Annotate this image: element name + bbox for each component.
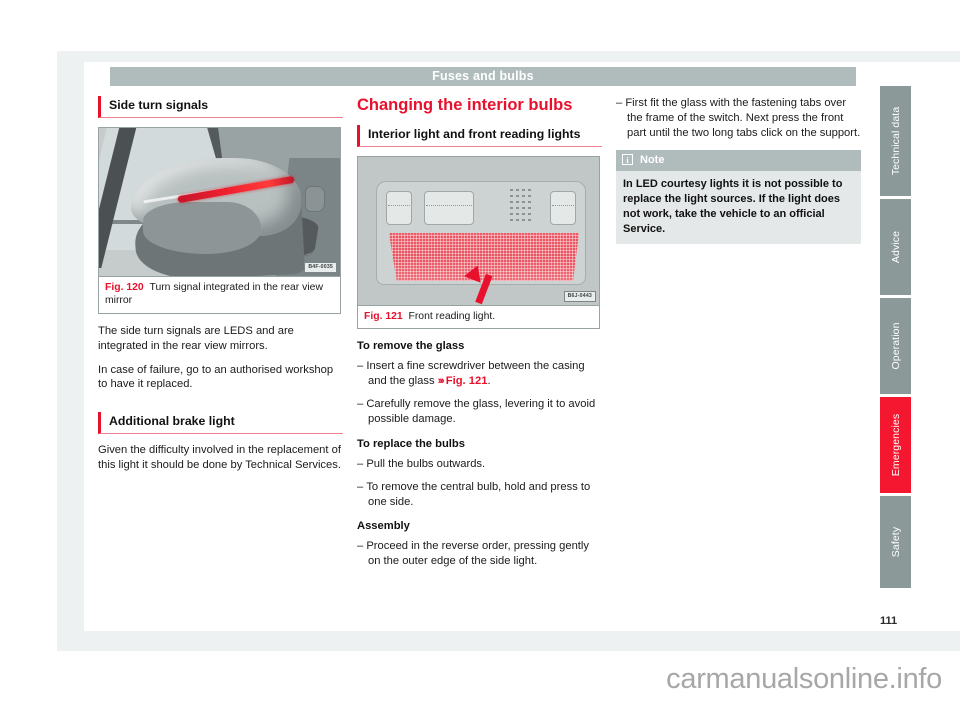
tab-advice-label: Advice — [889, 230, 902, 264]
cross-reference-link[interactable]: Fig. 121 — [446, 375, 488, 387]
tab-operation-label: Operation — [889, 322, 902, 370]
list-item-text: Carefully remove the glass, levering it … — [366, 398, 596, 425]
figure-code-121: B6J-0443 — [563, 290, 596, 302]
dash-marker: – — [357, 398, 364, 411]
paragraph-failure: In case of failure, go to an authorised … — [98, 363, 334, 391]
subheading-remove-glass: To remove the glass — [357, 340, 465, 353]
note-box: i Note In LED courtesy lights it is not … — [616, 149, 861, 245]
dash-marker: – — [616, 97, 623, 109]
front-reading-light-illustration: B6J-0443 — [357, 155, 600, 306]
column-middle: Changing the interior bulbs Interior lig… — [357, 96, 602, 577]
subheading-assembly: Assembly — [357, 520, 410, 533]
tab-safety[interactable]: Safety — [880, 496, 911, 588]
column-right: – First fit the glass with the fastening… — [616, 96, 861, 245]
figure-label-120: Fig. 120 — [105, 281, 144, 293]
figure-label-121: Fig. 121 — [364, 310, 403, 322]
microphone-grille — [510, 188, 532, 225]
paragraph-leds: The side turn signals are LEDS and are i… — [98, 324, 294, 352]
list-item-text: To remove the central bulb, hold and pre… — [366, 480, 591, 508]
note-body-text: In LED courtesy lights it is not possibl… — [616, 171, 861, 245]
tab-advice[interactable]: Advice — [880, 199, 911, 295]
running-header: Fuses and bulbs — [110, 67, 856, 86]
tab-safety-label: Safety — [889, 526, 902, 558]
section-title-changing-interior-bulbs: Changing the interior bulbs — [357, 96, 573, 114]
list-item-text: Pull the bulbs outwards. — [366, 457, 486, 470]
heading-additional-brake-light: Additional brake light — [98, 412, 343, 435]
dash-marker: – — [357, 360, 364, 373]
list-item-text: First fit the glass with the fastening t… — [625, 97, 861, 139]
chapter-tab-rail: Technical data Advice Operation Emergenc… — [880, 86, 911, 591]
switch-center — [424, 190, 474, 225]
column-left: Side turn signals B4F-0035 Fig. 120 Turn… — [98, 96, 343, 482]
list-item-pull-bulbs: – Pull the bulbs outwards. — [357, 457, 602, 472]
switch-right-dots — [552, 204, 574, 207]
heading-side-turn-signals: Side turn signals — [98, 96, 343, 118]
list-item-reverse-order: – Proceed in the reverse order, pressing… — [357, 539, 602, 569]
dash-marker: – — [357, 540, 364, 553]
switch-right — [550, 190, 576, 225]
figure-caption-121: Fig. 121 Front reading light. — [357, 305, 600, 330]
tab-technical-data-label: Technical data — [889, 106, 902, 176]
dash-marker: – — [357, 480, 364, 493]
side-mirror-turn-signal-illustration: B4F-0035 — [98, 126, 341, 277]
heading-interior-light: Interior light and front reading lights — [357, 125, 602, 147]
note-header: i Note — [616, 149, 861, 172]
reading-light-scene — [358, 156, 599, 305]
switch-center-dots — [426, 204, 472, 207]
paragraph-brake-light: Given the difficulty involved in the rep… — [98, 444, 341, 471]
list-item-remove-glass: – Carefully remove the glass, levering i… — [357, 397, 602, 427]
figure-121: B6J-0443 Fig. 121 Front reading light. — [357, 155, 602, 330]
page-number: 111 — [880, 615, 898, 627]
site-watermark: carmanualsonline.info — [666, 663, 942, 695]
list-item-fit-glass: – First fit the glass with the fastening… — [616, 96, 861, 141]
note-title: Note — [640, 153, 665, 166]
tab-emergencies-label: Emergencies — [889, 413, 902, 477]
figure-120: B4F-0035 Fig. 120 Turn signal integrated… — [98, 126, 343, 314]
subheading-replace-bulbs: To replace the bulbs — [357, 437, 465, 450]
tab-operation[interactable]: Operation — [880, 298, 911, 394]
switch-row — [384, 187, 576, 227]
figure-caption-text-121: Front reading light. — [408, 310, 496, 322]
list-item-text: Proceed in the reverse order, pressing g… — [366, 540, 589, 568]
cross-reference-chevron-icon: ››› — [437, 375, 445, 388]
list-item-central-bulb: – To remove the central bulb, hold and p… — [357, 480, 602, 510]
switch-left-dots — [388, 204, 410, 207]
mirror-housing-underside — [143, 201, 261, 254]
mirror-scene — [99, 127, 340, 276]
tab-technical-data[interactable]: Technical data — [880, 86, 911, 196]
switch-left — [386, 190, 412, 225]
door-handle-upper — [305, 185, 325, 212]
pointer-arrow-icon — [462, 262, 496, 305]
figure-caption-120: Fig. 120 Turn signal integrated in the r… — [98, 276, 341, 314]
list-item-insert-screwdriver: – Insert a fine screwdriver between the … — [357, 359, 602, 389]
dash-marker: – — [357, 457, 364, 470]
list-item-period: . — [487, 375, 491, 388]
tab-emergencies[interactable]: Emergencies — [880, 397, 911, 493]
info-icon: i — [622, 154, 633, 166]
figure-code-120: B4F-0035 — [304, 261, 337, 273]
